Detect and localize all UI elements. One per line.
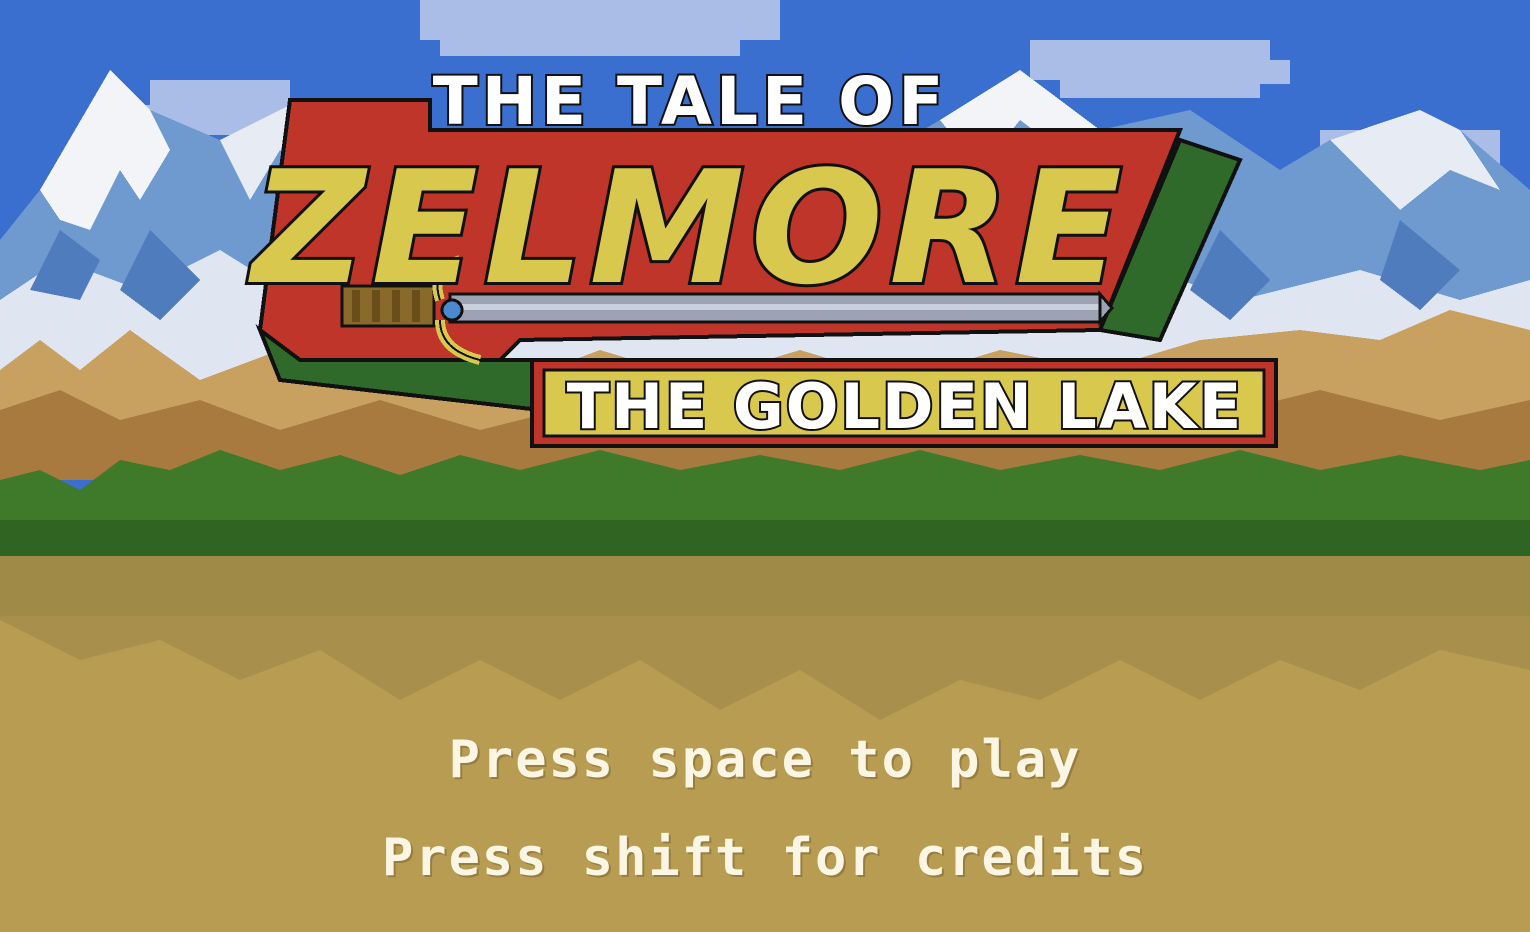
game-title-screen[interactable]: THE TALE OF ZELMORE THE GOLDEN LAKE Pres… bbox=[0, 0, 1530, 932]
title-scene: THE TALE OF ZELMORE THE GOLDEN LAKE bbox=[0, 0, 1530, 932]
press-space-prompt: Press space to play bbox=[448, 730, 1082, 790]
pre-title-text: THE TALE OF bbox=[433, 63, 948, 140]
forest bbox=[0, 450, 1530, 556]
subtitle-text: THE GOLDEN LAKE bbox=[567, 370, 1243, 443]
main-title-text: ZELMORE bbox=[247, 137, 1128, 319]
press-shift-prompt: Press shift for credits bbox=[381, 828, 1149, 888]
